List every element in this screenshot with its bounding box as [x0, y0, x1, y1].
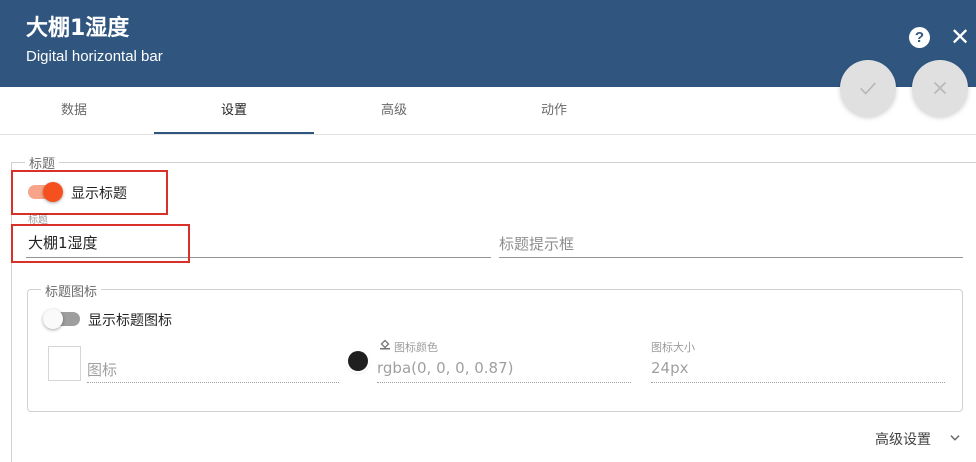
show-title-icon-label: 显示标题图标 — [88, 313, 172, 329]
tab-actions[interactable]: 动作 — [474, 87, 634, 135]
show-title-icon-toggle[interactable] — [43, 309, 63, 329]
title-tooltip-input[interactable]: 标题提示框 — [499, 233, 574, 254]
chevron-down-icon[interactable] — [948, 431, 962, 445]
icon-preview-box[interactable] — [48, 346, 81, 381]
icon-color-underline — [377, 382, 631, 383]
icon-size-underline — [651, 382, 945, 383]
highlight-box — [11, 170, 168, 215]
icon-field-underline — [87, 382, 339, 383]
tab-settings[interactable]: 设置 — [154, 87, 314, 135]
title-icon-legend: 标题图标 — [41, 281, 102, 300]
tab-data[interactable]: 数据 — [0, 87, 154, 135]
tab-bar: 数据 设置 高级 动作 — [0, 87, 976, 135]
icon-color-label: 图标颜色 — [394, 341, 438, 354]
title-icon-fieldset — [27, 289, 963, 412]
title-tooltip-underline — [499, 257, 963, 258]
icon-size-label: 图标大小 — [651, 341, 695, 354]
dialog-header: 大棚1湿度 Digital horizontal bar ? ✕ — [0, 0, 976, 87]
icon-color-swatch[interactable] — [348, 351, 368, 371]
dialog-title: 大棚1湿度 — [26, 16, 130, 41]
dialog-subtitle: Digital horizontal bar — [26, 48, 163, 65]
icon-color-input[interactable]: rgba(0, 0, 0, 0.87) — [377, 359, 513, 377]
close-icon[interactable]: ✕ — [948, 24, 972, 50]
icon-field[interactable]: 图标 — [87, 359, 117, 380]
help-icon[interactable]: ? — [909, 27, 930, 48]
highlight-box — [11, 224, 190, 263]
tab-advanced[interactable]: 高级 — [314, 87, 474, 135]
icon-size-input[interactable]: 24px — [651, 359, 689, 377]
advanced-settings-toggle[interactable]: 高级设置 — [875, 429, 931, 449]
format-color-fill-icon — [380, 339, 390, 350]
active-tab-indicator — [154, 132, 314, 134]
